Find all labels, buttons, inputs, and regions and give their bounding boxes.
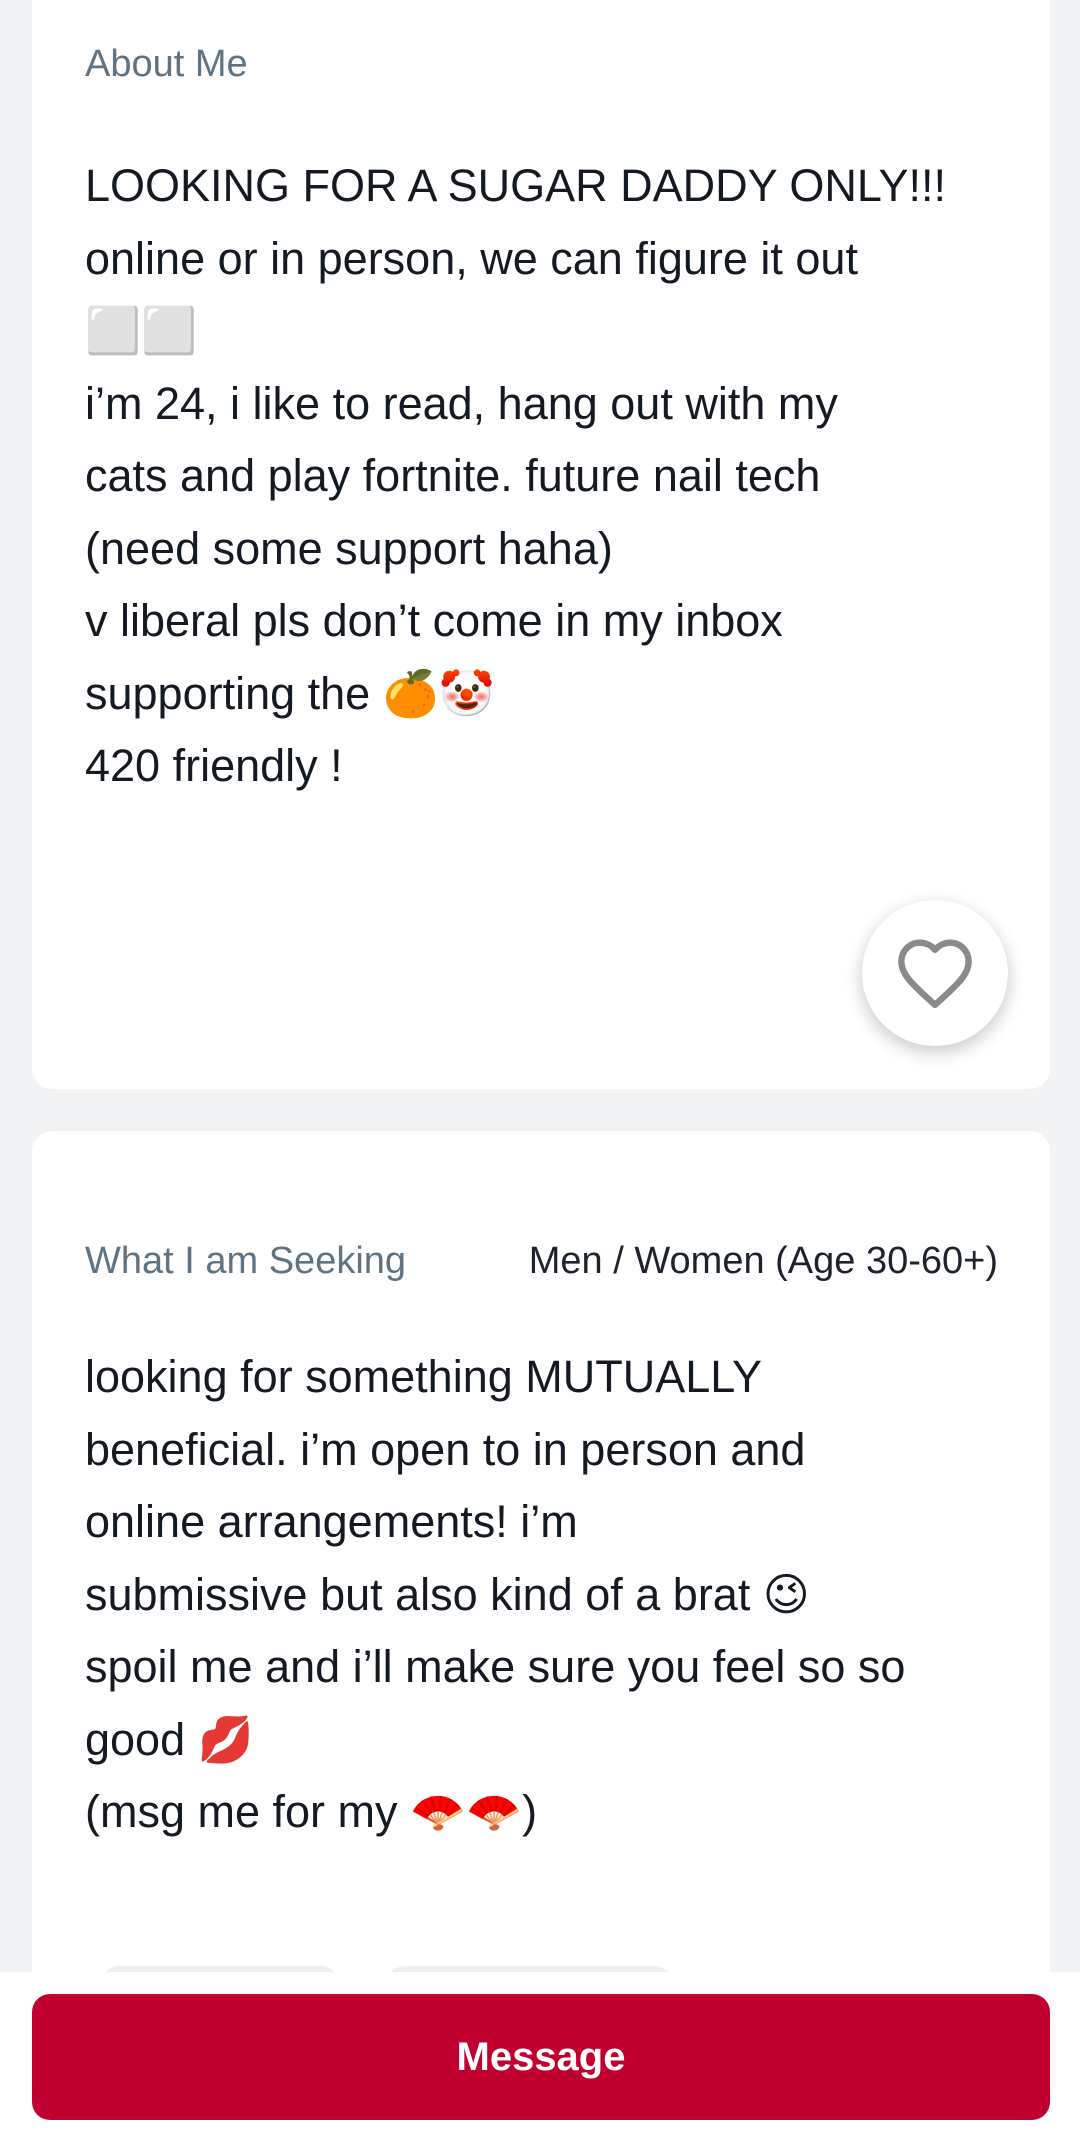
seeking-value: Men / Women (Age 30-60+): [528, 1240, 998, 1282]
seeking-text: looking for something MUTUALLY beneficia…: [85, 1351, 906, 1837]
like-button[interactable]: [862, 900, 1008, 1046]
bottom-action-bar: Message: [0, 1972, 1080, 2137]
about-me-label: About Me: [85, 43, 248, 85]
about-me-text: LOOKING FOR A SUGAR DADDY ONLY!!! online…: [85, 160, 947, 791]
seeking-label: What I am Seeking: [85, 1240, 407, 1282]
about-me-card: About Me LOOKING FOR A SUGAR DADDY ONLY!…: [32, 0, 1050, 1089]
heart-outline-icon: [898, 939, 972, 1009]
message-button[interactable]: Message: [32, 1994, 1050, 2120]
